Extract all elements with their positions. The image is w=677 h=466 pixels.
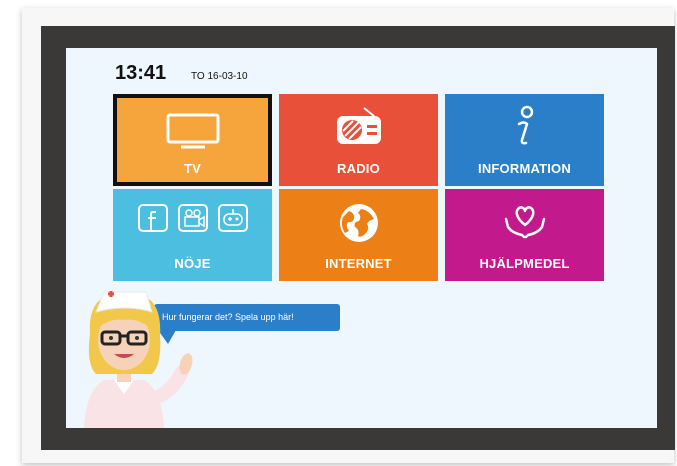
tile-noje[interactable]: NÖJE — [113, 189, 272, 281]
entertainment-icons — [113, 203, 272, 233]
tile-hjalpmedel-label: HJÄLPMEDEL — [479, 256, 570, 271]
tile-tv-label: TV — [183, 161, 201, 176]
tile-noje-label: NÖJE — [174, 256, 211, 271]
tile-tv[interactable]: TV — [113, 94, 272, 186]
tile-information[interactable]: INFORMATION — [445, 94, 604, 186]
clock: 13:41 — [115, 62, 167, 84]
tile-information-label: INFORMATION — [478, 161, 571, 176]
globe-icon — [279, 201, 438, 245]
gamepad-icon — [217, 204, 248, 232]
tv-icon — [117, 112, 268, 150]
tile-internet[interactable]: INTERNET — [279, 189, 438, 281]
radio-icon — [279, 106, 438, 146]
tile-hjalpmedel[interactable]: HJÄLPMEDEL — [445, 189, 604, 281]
home-screen: 13:41 TO 16-03-10 TV RADIO INFORMATION N… — [66, 48, 657, 428]
tile-internet-label: INTERNET — [325, 256, 392, 271]
info-icon — [445, 104, 604, 148]
heart-hands-icon — [445, 201, 604, 241]
tile-radio[interactable]: RADIO — [279, 94, 438, 186]
tile-radio-label: RADIO — [337, 161, 380, 176]
nurse-assistant-illustration[interactable] — [74, 278, 204, 428]
camera-icon — [177, 204, 208, 232]
date: TO 16-03-10 — [191, 71, 248, 82]
facebook-icon — [137, 204, 168, 232]
